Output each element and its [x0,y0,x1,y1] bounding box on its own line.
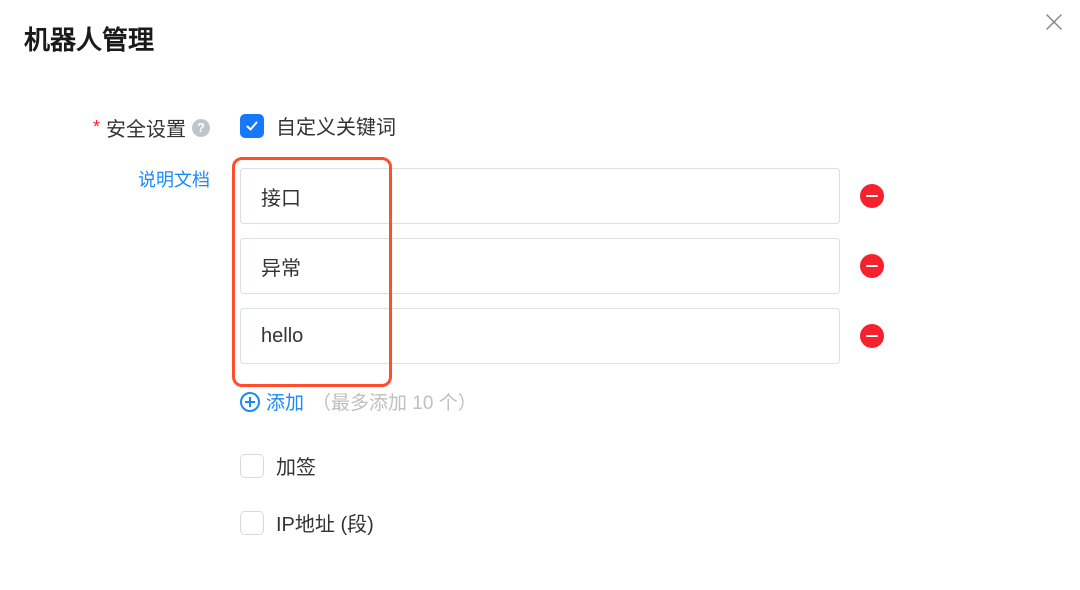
close-icon[interactable] [1044,10,1064,36]
label-column: * 安全设置 ? 说明文档 [40,111,240,565]
sign-option: 加签 [240,451,1040,480]
required-indicator: * [93,117,100,138]
check-icon [245,119,259,133]
minus-icon [866,265,878,267]
minus-icon [866,195,878,197]
delete-keyword-button[interactable] [860,184,884,208]
settings-column: 自定义关键词 添加 （最多添加 10 个） 加签 [240,111,1040,565]
keyword-row [240,238,1040,294]
custom-keyword-option: 自定义关键词 [240,111,1040,140]
delete-keyword-button[interactable] [860,324,884,348]
sign-label: 加签 [276,451,316,480]
security-label: 安全设置 [106,113,186,142]
ip-label: IP地址 (段) [276,508,374,537]
dialog-header: 机器人管理 [0,0,1080,81]
doc-link[interactable]: 说明文档 [40,166,210,192]
keyword-input[interactable] [240,308,840,364]
keyword-row [240,168,1040,224]
ip-checkbox[interactable] [240,511,264,535]
keyword-row [240,308,1040,364]
keyword-input[interactable] [240,238,840,294]
custom-keyword-label: 自定义关键词 [276,111,396,140]
dialog-title: 机器人管理 [24,20,1056,57]
delete-keyword-button[interactable] [860,254,884,278]
add-keyword-button[interactable]: 添加 [266,388,304,415]
minus-icon [866,335,878,337]
add-keyword-hint: （最多添加 10 个） [312,388,477,415]
plus-circle-icon[interactable] [240,392,260,412]
help-icon[interactable]: ? [192,119,210,137]
add-keyword-row: 添加 （最多添加 10 个） [240,388,1040,415]
sign-checkbox[interactable] [240,454,264,478]
keyword-input[interactable] [240,168,840,224]
custom-keyword-checkbox[interactable] [240,114,264,138]
dialog-content: * 安全设置 ? 说明文档 自定义关键词 添加 （最多添加 [0,81,1080,565]
security-label-row: * 安全设置 ? [40,113,210,142]
ip-option: IP地址 (段) [240,508,1040,537]
